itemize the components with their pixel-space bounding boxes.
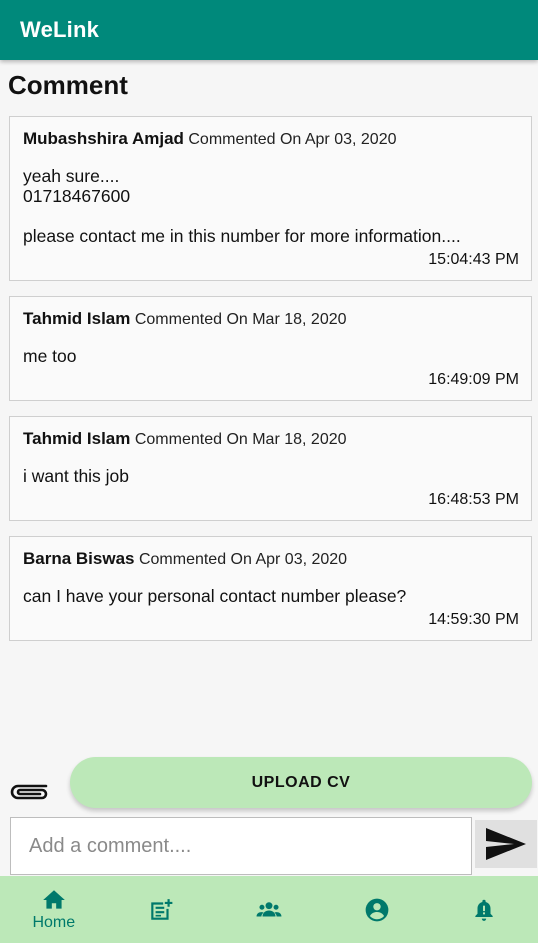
comment-list: Mubashshira Amjad Commented On Apr 03, 2… — [9, 116, 532, 656]
comment-time: 16:49:09 PM — [428, 371, 519, 388]
comment-header: Mubashshira Amjad Commented On Apr 03, 2… — [23, 129, 519, 150]
notification-icon — [475, 899, 493, 921]
comment-text: me too — [23, 346, 77, 366]
comment-header: Barna Biswas Commented On Apr 03, 2020 — [23, 549, 519, 570]
post-add-icon — [151, 898, 173, 920]
paperclip-icon[interactable] — [6, 778, 54, 802]
comment-card: Tahmid Islam Commented On Mar 18, 2020 i… — [9, 416, 532, 521]
comment-header: Tahmid Islam Commented On Mar 18, 2020 — [23, 309, 519, 330]
nav-label-home: Home — [32, 914, 76, 931]
comment-date: Commented On Mar 18, 2020 — [134, 311, 347, 328]
comment-input[interactable] — [10, 817, 472, 875]
send-icon — [486, 828, 526, 860]
nav-item-notifications[interactable] — [449, 897, 519, 923]
nav-item-account[interactable] — [342, 897, 412, 923]
account-icon — [365, 898, 388, 921]
upload-cv-button[interactable]: UPLOAD CV — [70, 757, 532, 808]
comment-author: Tahmid Islam — [23, 309, 131, 328]
app-title: WeLink — [20, 17, 100, 42]
home-icon — [42, 890, 65, 909]
people-icon — [256, 901, 282, 916]
comment-author: Barna Biswas — [23, 549, 135, 568]
comment-author: Mubashshira Amjad — [23, 129, 184, 148]
app-bar: WeLink — [0, 0, 538, 60]
comment-date: Commented On Apr 03, 2020 — [188, 131, 397, 148]
nav-item-people[interactable] — [234, 897, 304, 923]
comment-time: 14:59:30 PM — [428, 611, 519, 628]
comment-date: Commented On Mar 18, 2020 — [134, 431, 347, 448]
nav-item-home[interactable]: Home — [19, 887, 89, 932]
nav-item-post-add[interactable] — [126, 897, 196, 923]
comment-card: Barna Biswas Commented On Apr 03, 2020 c… — [9, 536, 532, 641]
comment-text: i want this job — [23, 466, 130, 486]
comment-time: 16:48:53 PM — [428, 491, 519, 508]
comment-text: yeah sure.... 01718467600 please contact… — [23, 166, 461, 246]
comment-text: can I have your personal contact number … — [23, 586, 407, 606]
bottom-navigation: Home — [0, 876, 538, 943]
page-title: Comment — [8, 70, 128, 100]
comment-date: Commented On Apr 03, 2020 — [138, 551, 348, 568]
send-button[interactable] — [475, 820, 537, 868]
comment-header: Tahmid Islam Commented On Mar 18, 2020 — [23, 429, 519, 450]
comment-card: Tahmid Islam Commented On Mar 18, 2020 m… — [9, 296, 532, 401]
comment-time: 15:04:43 PM — [428, 251, 519, 268]
comment-author: Tahmid Islam — [23, 429, 131, 448]
comment-card: Mubashshira Amjad Commented On Apr 03, 2… — [9, 116, 532, 281]
